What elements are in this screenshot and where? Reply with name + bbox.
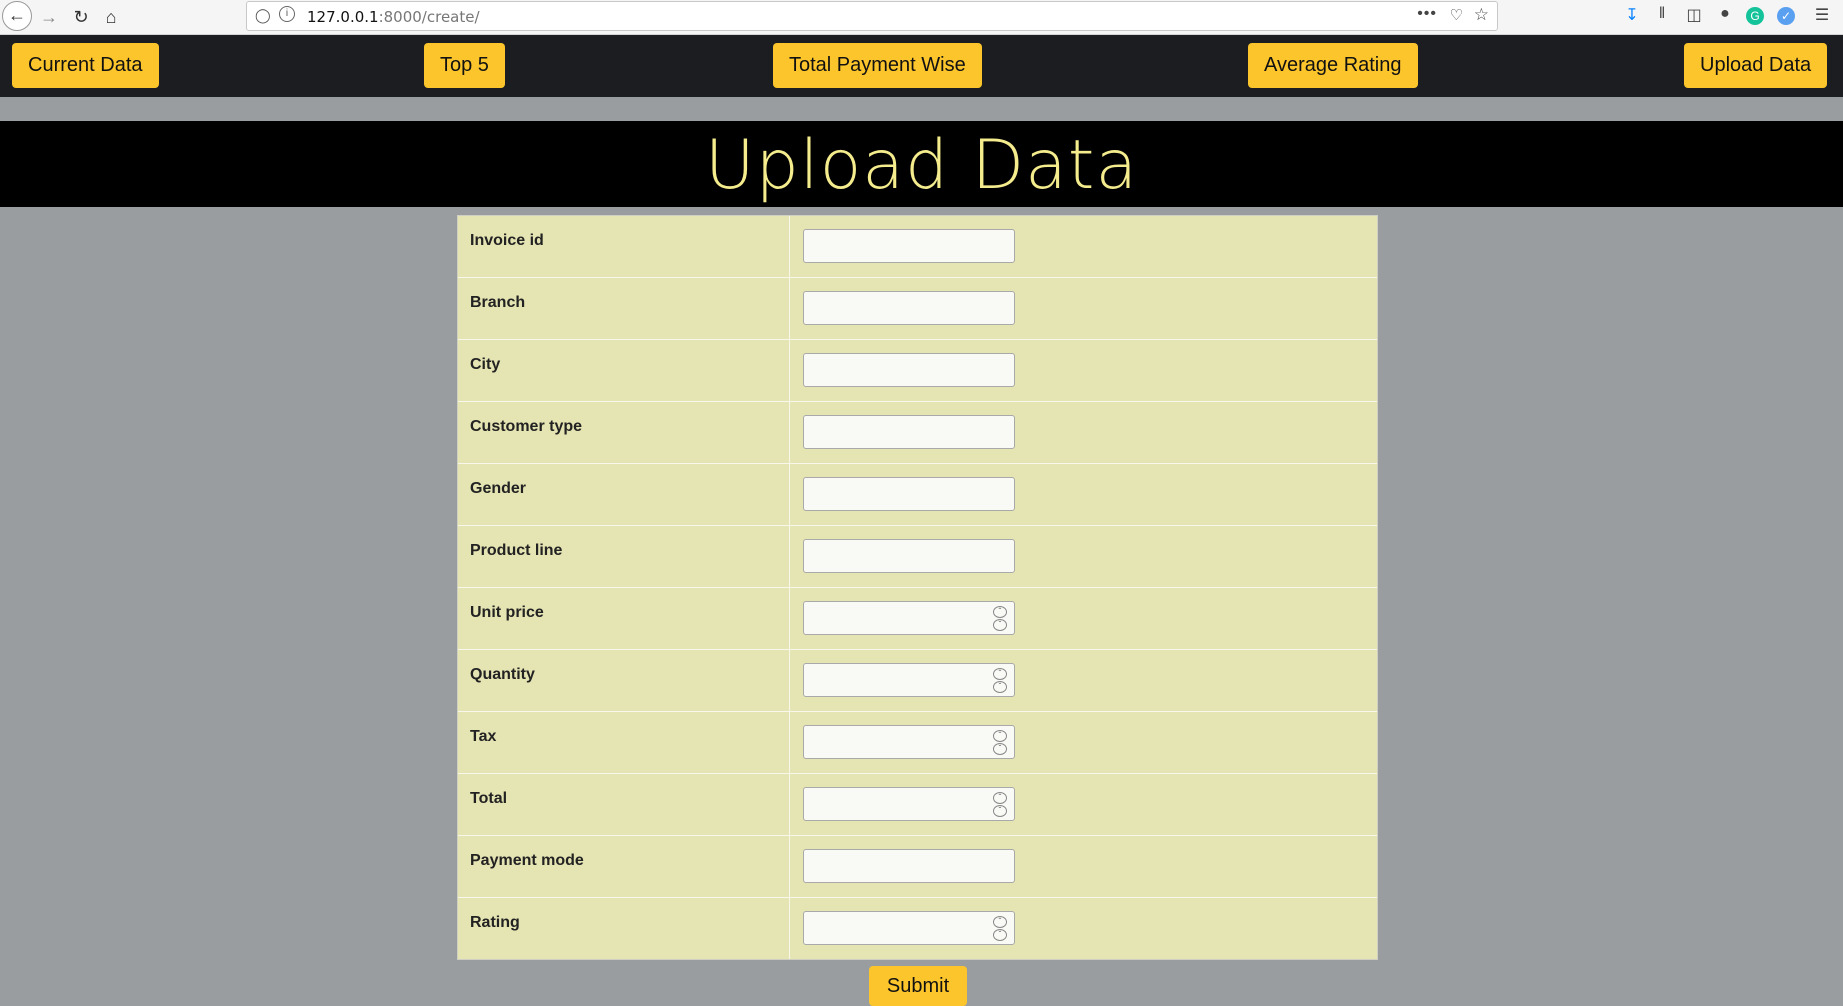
customer-type-input[interactable] — [803, 415, 1015, 449]
column-divider — [789, 464, 790, 525]
forward-arrow-icon[interactable]: → — [38, 6, 60, 28]
grammarly-icon[interactable]: G — [1746, 7, 1764, 25]
invoice-id-label: Invoice id — [470, 232, 544, 249]
address-bar[interactable]: ◯ i 127.0.0.1:8000/create/ ••• ♡ ☆ — [246, 1, 1498, 31]
unit-price-input[interactable] — [803, 601, 1015, 635]
column-divider — [789, 836, 790, 897]
invoice-id-input[interactable] — [803, 229, 1015, 263]
total-label: Total — [470, 790, 508, 807]
city-input[interactable] — [803, 353, 1015, 387]
upload-form-table: Invoice id Branch City Customer type Gender P… — [457, 215, 1378, 960]
account-icon[interactable]: ● — [1714, 5, 1736, 23]
form-row-branch: Branch — [458, 278, 1377, 340]
quantity-label: Quantity — [470, 666, 535, 683]
column-divider — [789, 898, 790, 959]
customer-type-label: Customer type — [470, 418, 583, 435]
column-divider — [789, 402, 790, 463]
product-line-label: Product line — [470, 542, 563, 559]
nav-average-rating-button[interactable]: Average Rating — [1248, 43, 1418, 88]
payment-mode-input[interactable] — [803, 849, 1015, 883]
rating-input[interactable] — [803, 911, 1015, 945]
form-row-tax: Tax ˆ ˇ — [458, 712, 1377, 774]
page-title: Upload Data — [704, 126, 1139, 205]
download-icon[interactable]: ↧ — [1621, 5, 1643, 25]
url-host: 127.0.0.1 — [307, 8, 379, 26]
info-icon[interactable]: i — [279, 6, 295, 22]
url-path: :8000/create/ — [378, 8, 480, 26]
column-divider — [789, 278, 790, 339]
branch-label: Branch — [470, 294, 526, 311]
unit-price-label: Unit price — [470, 604, 544, 621]
sidebar-icon[interactable]: ◫ — [1683, 5, 1705, 25]
submit-button[interactable]: Submit — [869, 966, 967, 1006]
form-row-quantity: Quantity ˆ ˇ — [458, 650, 1377, 712]
form-row-payment-mode: Payment mode — [458, 836, 1377, 898]
reload-icon[interactable]: ↻ — [70, 6, 92, 28]
title-banner: Upload Data — [0, 121, 1843, 207]
city-label: City — [470, 356, 501, 373]
product-line-input[interactable] — [803, 539, 1015, 573]
back-arrow-icon[interactable]: ← — [2, 1, 32, 31]
nav-upload-data-button[interactable]: Upload Data — [1684, 43, 1828, 88]
column-divider — [789, 774, 790, 835]
column-divider — [789, 216, 790, 277]
column-divider — [789, 340, 790, 401]
column-divider — [789, 650, 790, 711]
star-icon[interactable]: ☆ — [1474, 5, 1489, 25]
column-divider — [789, 712, 790, 773]
menu-icon[interactable]: ☰ — [1811, 5, 1833, 25]
rating-label: Rating — [470, 914, 520, 931]
form-row-rating: Rating ˆ ˇ — [458, 898, 1377, 959]
browser-toolbar: ← → ↻ ⌂ ◯ i 127.0.0.1:8000/create/ ••• ♡… — [0, 0, 1843, 35]
nav-current-data-button[interactable]: Current Data — [12, 43, 159, 88]
tax-label: Tax — [470, 728, 497, 745]
total-input[interactable] — [803, 787, 1015, 821]
form-row-city: City — [458, 340, 1377, 402]
more-actions-icon[interactable]: ••• — [1417, 5, 1437, 23]
payment-mode-label: Payment mode — [470, 852, 584, 869]
nav-total-payment-wise-button[interactable]: Total Payment Wise — [773, 43, 982, 88]
pocket-icon[interactable]: ♡ — [1450, 6, 1463, 24]
branch-input[interactable] — [803, 291, 1015, 325]
library-icon[interactable]: ‖ — [1651, 5, 1673, 23]
gender-label: Gender — [470, 480, 527, 497]
tax-input[interactable] — [803, 725, 1015, 759]
url-text[interactable]: 127.0.0.1:8000/create/ — [307, 8, 480, 26]
shield-icon[interactable]: ◯ — [255, 7, 271, 24]
form-row-customer-type: Customer type — [458, 402, 1377, 464]
form-row-gender: Gender — [458, 464, 1377, 526]
home-icon[interactable]: ⌂ — [100, 6, 122, 28]
column-divider — [789, 526, 790, 587]
quantity-input[interactable] — [803, 663, 1015, 697]
column-divider — [789, 588, 790, 649]
form-row-unit-price: Unit price ˆ ˇ — [458, 588, 1377, 650]
nav-top5-button[interactable]: Top 5 — [424, 43, 505, 88]
form-row-invoice-id: Invoice id — [458, 216, 1377, 278]
app-navbar: Current Data Top 5 Total Payment Wise Av… — [0, 35, 1843, 97]
gender-input[interactable] — [803, 477, 1015, 511]
extension-icon[interactable]: ✓ — [1777, 7, 1795, 25]
form-row-product-line: Product line — [458, 526, 1377, 588]
form-row-total: Total ˆ ˇ — [458, 774, 1377, 836]
